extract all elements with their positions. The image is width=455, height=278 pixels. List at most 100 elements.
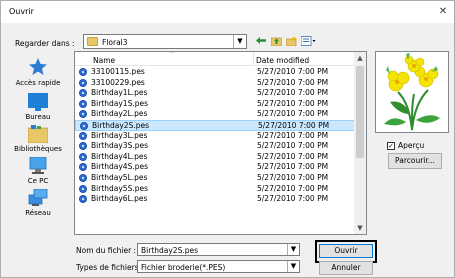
embroidery-file-icon [79, 89, 87, 98]
look-in-label: Regarder dans : [15, 39, 75, 48]
places-bar: Accès rapide Bureau Bibliothèques Ce PC … [7, 51, 69, 239]
look-in-value: Floral3 [102, 38, 128, 47]
place-quick-access[interactable]: Accès rapide [7, 57, 69, 87]
scroll-down-icon[interactable]: ▼ [354, 222, 366, 234]
place-network[interactable]: Réseau [7, 188, 69, 217]
file-list[interactable]: ^ Name Date modified 33100115.pes 5/27/20… [74, 51, 367, 235]
preview-toggle[interactable]: ✓ Aperçu [387, 141, 424, 150]
chevron-down-icon[interactable]: ▼ [233, 35, 246, 48]
back-arrow-icon[interactable] [255, 34, 267, 47]
file-date: 5/27/2010 7:00 PM [257, 151, 329, 161]
chevron-down-icon[interactable]: ▼ [287, 261, 299, 272]
navigation-toolbar [255, 34, 316, 48]
file-row[interactable]: Birthday4L.pes 5/27/2010 7:00 PM [75, 152, 355, 163]
file-name: Birthday5L.pes [91, 172, 148, 182]
embroidery-file-icon [79, 142, 87, 151]
filetype-value: Fichier broderie(*.PES) [141, 263, 226, 272]
filetype-label: Types de fichiers : [76, 263, 144, 272]
sort-ascending-icon: ^ [170, 51, 176, 58]
embroidery-file-icon [80, 121, 88, 130]
new-folder-icon[interactable] [285, 34, 297, 47]
place-label: Bureau [25, 113, 51, 121]
file-name: 33100229.pes [91, 77, 145, 87]
file-name: Birthday5S.pes [91, 183, 149, 193]
file-row[interactable]: Birthday5L.pes 5/27/2010 7:00 PM [75, 173, 355, 184]
file-date: 5/27/2010 7:00 PM [257, 194, 329, 204]
filename-label: Nom du fichier : [76, 246, 137, 255]
place-label: Bibliothèques [14, 145, 62, 153]
place-label: Ce PC [27, 177, 49, 185]
file-date: 5/27/2010 7:00 PM [257, 77, 329, 87]
view-menu-icon[interactable] [300, 34, 316, 47]
embroidery-file-icon [79, 152, 87, 161]
preview-checkbox-label: Aperçu [398, 141, 425, 150]
flower-preview-image [384, 53, 440, 131]
star-icon [28, 57, 48, 77]
file-date: 5/27/2010 7:00 PM [257, 183, 329, 193]
place-this-pc[interactable]: Ce PC [7, 156, 69, 185]
file-date: 5/27/2010 7:00 PM [257, 162, 329, 172]
file-date: 5/27/2010 7:00 PM [257, 141, 329, 151]
embroidery-file-icon [79, 131, 87, 140]
file-name: 33100115.pes [91, 67, 145, 76]
file-row[interactable]: Birthday2L.pes 5/27/2010 7:00 PM [75, 109, 355, 120]
embroidery-file-icon [79, 163, 87, 172]
embroidery-file-icon [79, 110, 87, 119]
place-label: Accès rapide [15, 79, 61, 87]
file-name: Birthday2L.pes [91, 109, 148, 119]
file-row[interactable]: Birthday3S.pes 5/27/2010 7:00 PM [75, 141, 355, 152]
file-name: Birthday3L.pes [91, 130, 148, 140]
embroidery-file-icon [79, 184, 87, 193]
file-date: 5/27/2010 7:00 PM [257, 67, 329, 76]
file-date: 5/27/2010 7:00 PM [257, 109, 329, 119]
filename-input[interactable]: Birthday2S.pes ▼ [137, 243, 300, 256]
scroll-up-icon[interactable]: ▲ [354, 52, 366, 64]
title-bar: Ouvrir ✕ [1, 1, 454, 23]
embroidery-file-icon [79, 173, 87, 182]
close-icon[interactable]: ✕ [432, 1, 454, 23]
open-dialog: Ouvrir ✕ Regarder dans : Floral3 ▼ Accès… [0, 0, 455, 278]
column-divider[interactable] [253, 52, 254, 66]
embroidery-file-icon [79, 78, 87, 87]
file-date: 5/27/2010 7:00 PM [257, 130, 329, 140]
filetype-select[interactable]: Fichier broderie(*.PES) ▼ [137, 260, 300, 273]
look-in-dropdown[interactable]: Floral3 ▼ [83, 34, 247, 49]
network-icon [28, 188, 48, 207]
file-row[interactable]: Birthday6L.pes 5/27/2010 7:00 PM [75, 194, 355, 205]
file-name: Birthday1L.pes [91, 88, 148, 98]
preview-pane [375, 51, 449, 133]
file-name: Birthday4L.pes [91, 151, 148, 161]
embroidery-file-icon [79, 68, 87, 76]
file-name: Birthday3S.pes [91, 141, 149, 151]
file-row[interactable]: Birthday3L.pes 5/27/2010 7:00 PM [75, 131, 355, 142]
file-row[interactable]: Birthday1S.pes 5/27/2010 7:00 PM [75, 99, 355, 110]
file-row[interactable]: Birthday2S.pes 5/27/2010 7:00 PM [75, 119, 355, 131]
browse-button[interactable]: Parcourir... [388, 153, 442, 169]
file-row[interactable]: Birthday1L.pes 5/27/2010 7:00 PM [75, 88, 355, 99]
chevron-down-icon[interactable]: ▼ [287, 244, 299, 255]
desktop-icon [28, 93, 48, 111]
file-row[interactable]: 33100229.pes 5/27/2010 7:00 PM [75, 78, 355, 89]
libraries-icon [27, 125, 49, 144]
dialog-title: Ouvrir [9, 7, 34, 16]
file-list-header: ^ Name Date modified [75, 52, 355, 66]
up-folder-icon[interactable] [270, 34, 282, 47]
file-row[interactable]: Birthday5S.pes 5/27/2010 7:00 PM [75, 184, 355, 195]
place-desktop[interactable]: Bureau [7, 93, 69, 121]
file-name: Birthday4S.pes [91, 162, 149, 172]
column-header-name[interactable]: Name [93, 56, 115, 65]
embroidery-file-icon [79, 99, 87, 108]
place-label: Réseau [25, 209, 51, 217]
cancel-button[interactable]: Annuler [319, 261, 373, 275]
vertical-scrollbar[interactable]: ▲ ▼ [354, 52, 366, 234]
preview-checkbox[interactable]: ✓ [387, 141, 395, 150]
embroidery-file-icon [79, 195, 87, 204]
column-header-date[interactable]: Date modified [256, 56, 309, 65]
file-name: Birthday6L.pes [91, 194, 148, 204]
file-row[interactable]: Birthday4S.pes 5/27/2010 7:00 PM [75, 162, 355, 173]
scroll-thumb[interactable] [356, 66, 364, 158]
open-button[interactable]: Ouvrir [319, 244, 373, 258]
file-row[interactable]: 33100115.pes 5/27/2010 7:00 PM [75, 67, 355, 78]
place-libraries[interactable]: Bibliothèques [7, 125, 69, 153]
file-date: 5/27/2010 7:00 PM [257, 88, 329, 98]
